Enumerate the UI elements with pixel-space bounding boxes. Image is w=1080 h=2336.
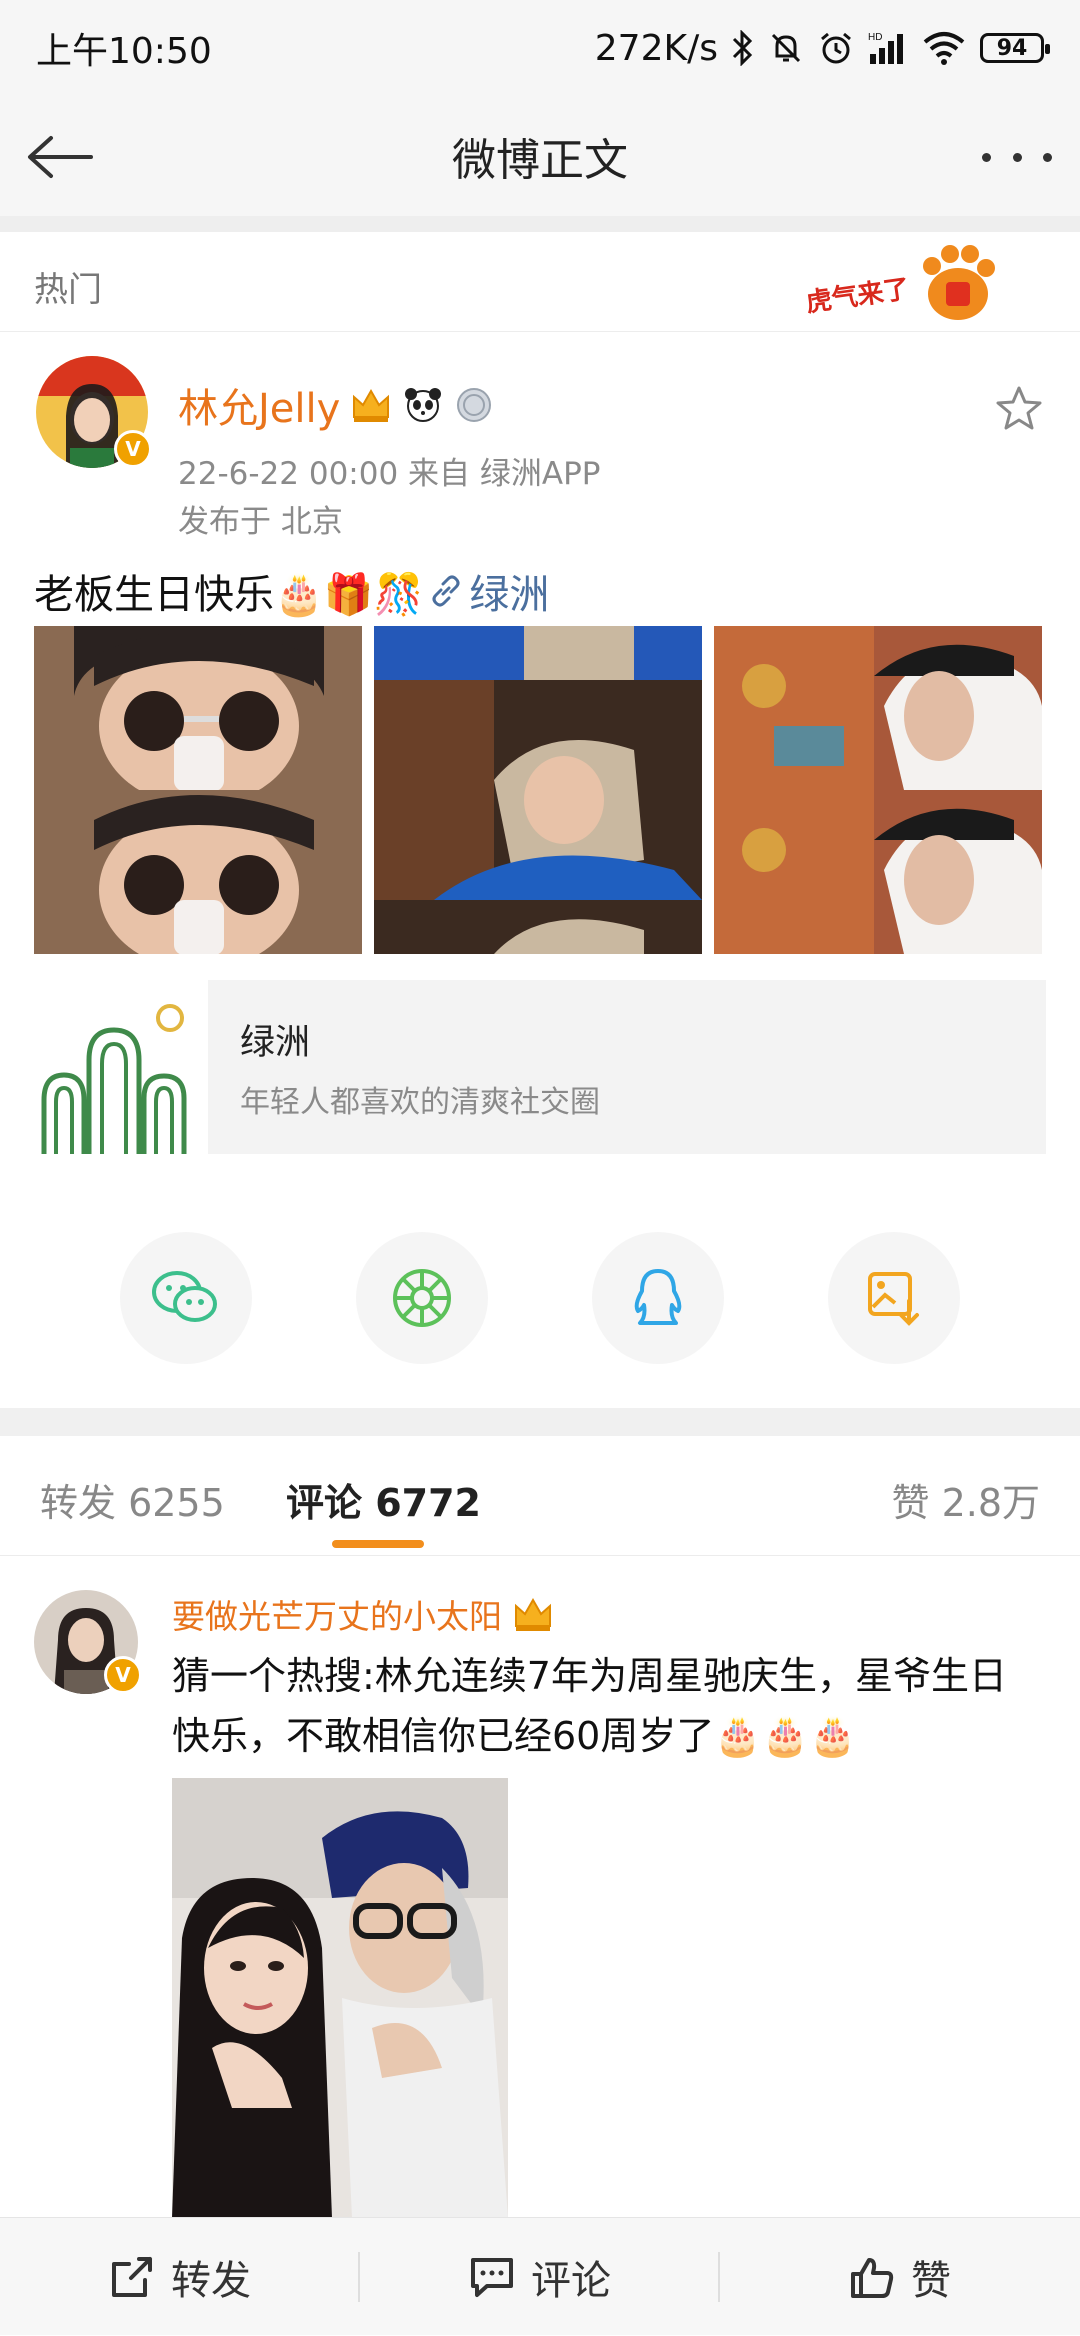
hot-header: 热门 虎气来了: [0, 232, 1080, 332]
net-speed: 272K/s: [594, 27, 718, 69]
battery-indicator: 94: [980, 33, 1050, 63]
post-photo-2[interactable]: [374, 626, 702, 954]
divider: [0, 216, 1080, 232]
hot-label: 热门: [34, 270, 102, 310]
status-time: 上午10:50: [36, 31, 212, 72]
tiger-paw-banner[interactable]: 虎气来了: [800, 238, 1000, 328]
svg-text:HD: HD: [868, 32, 882, 43]
post-link[interactable]: 绿洲: [429, 562, 549, 620]
qq-icon: [634, 1269, 682, 1325]
comment-text: 猜一个热搜:林允连续7年为周星驰庆生，星爷生日快乐，不敢相信你已经60周岁了🎂🎂…: [172, 1654, 1007, 1758]
comment-icon: [471, 2258, 513, 2297]
card-title: 绿洲: [240, 1022, 311, 1063]
more-options-button[interactable]: [982, 132, 1052, 182]
svg-text:虎气来了: 虎气来了: [804, 273, 911, 318]
tab-repost[interactable]: 转发 6255: [40, 1472, 225, 1527]
interaction-tabs: 转发 6255 评论 6772 赞 2.8万: [0, 1436, 1080, 1556]
bluetooth-icon: [732, 30, 754, 66]
comment-author[interactable]: 要做光芒万丈的小太阳: [172, 1590, 554, 1638]
verified-badge-icon: V: [114, 430, 152, 468]
comment-label[interactable]: 评论: [531, 2248, 611, 2306]
repost-icon: [112, 2257, 152, 2297]
tab-comment[interactable]: 评论 6772: [286, 1472, 481, 1527]
post-photo-3[interactable]: [714, 626, 1042, 954]
share-wechat-button[interactable]: [120, 1232, 252, 1364]
post-text: 老板生日快乐🎂🎁🎊 绿洲: [34, 562, 549, 620]
star-icon: [996, 386, 1042, 430]
post-author-name[interactable]: 林允Jelly: [178, 376, 340, 434]
page-title: 微博正文: [452, 135, 628, 186]
alarm-icon: [818, 30, 854, 66]
comment-photo[interactable]: [172, 1778, 508, 2218]
author-avatar[interactable]: V: [36, 356, 152, 468]
favorite-button[interactable]: [994, 384, 1044, 434]
verified-badge-icon: V: [104, 1656, 142, 1694]
crown-icon: [353, 388, 390, 422]
wifi-icon: [922, 30, 966, 66]
back-arrow-icon: [28, 136, 93, 178]
bottom-action-bar: 转发 评论 赞: [0, 2217, 1080, 2335]
repost-button[interactable]: 转发: [0, 2218, 360, 2336]
card-description: 年轻人都喜欢的清爽社交圈: [240, 1084, 600, 1120]
comment-author-name[interactable]: 要做光芒万丈的小太阳: [172, 1590, 502, 1638]
post-author[interactable]: 林允Jelly: [178, 376, 494, 434]
post-link-label[interactable]: 绿洲: [469, 562, 549, 620]
status-bar: 上午10:50 272K/s HD 94: [0, 0, 1080, 96]
commenter-avatar[interactable]: V: [34, 1590, 142, 1694]
more-dot: [982, 152, 991, 162]
more-dot: [1012, 152, 1022, 162]
active-tab-indicator: [332, 1540, 424, 1548]
title-bar: 微博正文: [0, 96, 1080, 216]
comment-button[interactable]: 评论: [360, 2218, 720, 2336]
divider: [0, 1408, 1080, 1436]
share-qq-button[interactable]: [592, 1232, 724, 1364]
oasis-link-card[interactable]: 绿洲 年轻人都喜欢的清爽社交圈: [34, 980, 1046, 1154]
save-image-button[interactable]: [828, 1232, 960, 1364]
link-icon: [432, 575, 460, 607]
back-button[interactable]: [22, 122, 98, 192]
post-photo-1[interactable]: [34, 626, 362, 954]
repost-label[interactable]: 转发: [171, 2248, 251, 2306]
signal-icon: HD: [868, 30, 908, 66]
thumbs-up-icon: [851, 2258, 894, 2298]
more-dot: [1043, 152, 1052, 162]
post-location: 发布于 北京: [178, 504, 343, 540]
save-image-icon: [868, 1272, 919, 1326]
post-text-body: 老板生日快乐🎂🎁🎊: [34, 572, 424, 618]
status-icons: 272K/s HD 94: [594, 27, 1050, 69]
like-label[interactable]: 赞: [911, 2248, 951, 2306]
wechat-icon: [152, 1271, 217, 1322]
like-button[interactable]: 赞: [720, 2218, 1080, 2336]
crown-icon: [515, 1597, 551, 1631]
moments-icon: [393, 1269, 451, 1327]
oasis-logo: [34, 980, 208, 1154]
card-text: 绿洲 年轻人都喜欢的清爽社交圈: [208, 1014, 600, 1121]
tab-like[interactable]: 赞 2.8万: [891, 1472, 1040, 1527]
mute-bell-icon: [768, 30, 804, 66]
share-moments-button[interactable]: [356, 1232, 488, 1364]
post-meta: 22-6-22 00:00 来自 绿洲APP: [178, 456, 601, 492]
medal-icon: [457, 388, 492, 422]
panda-icon: [405, 388, 442, 422]
